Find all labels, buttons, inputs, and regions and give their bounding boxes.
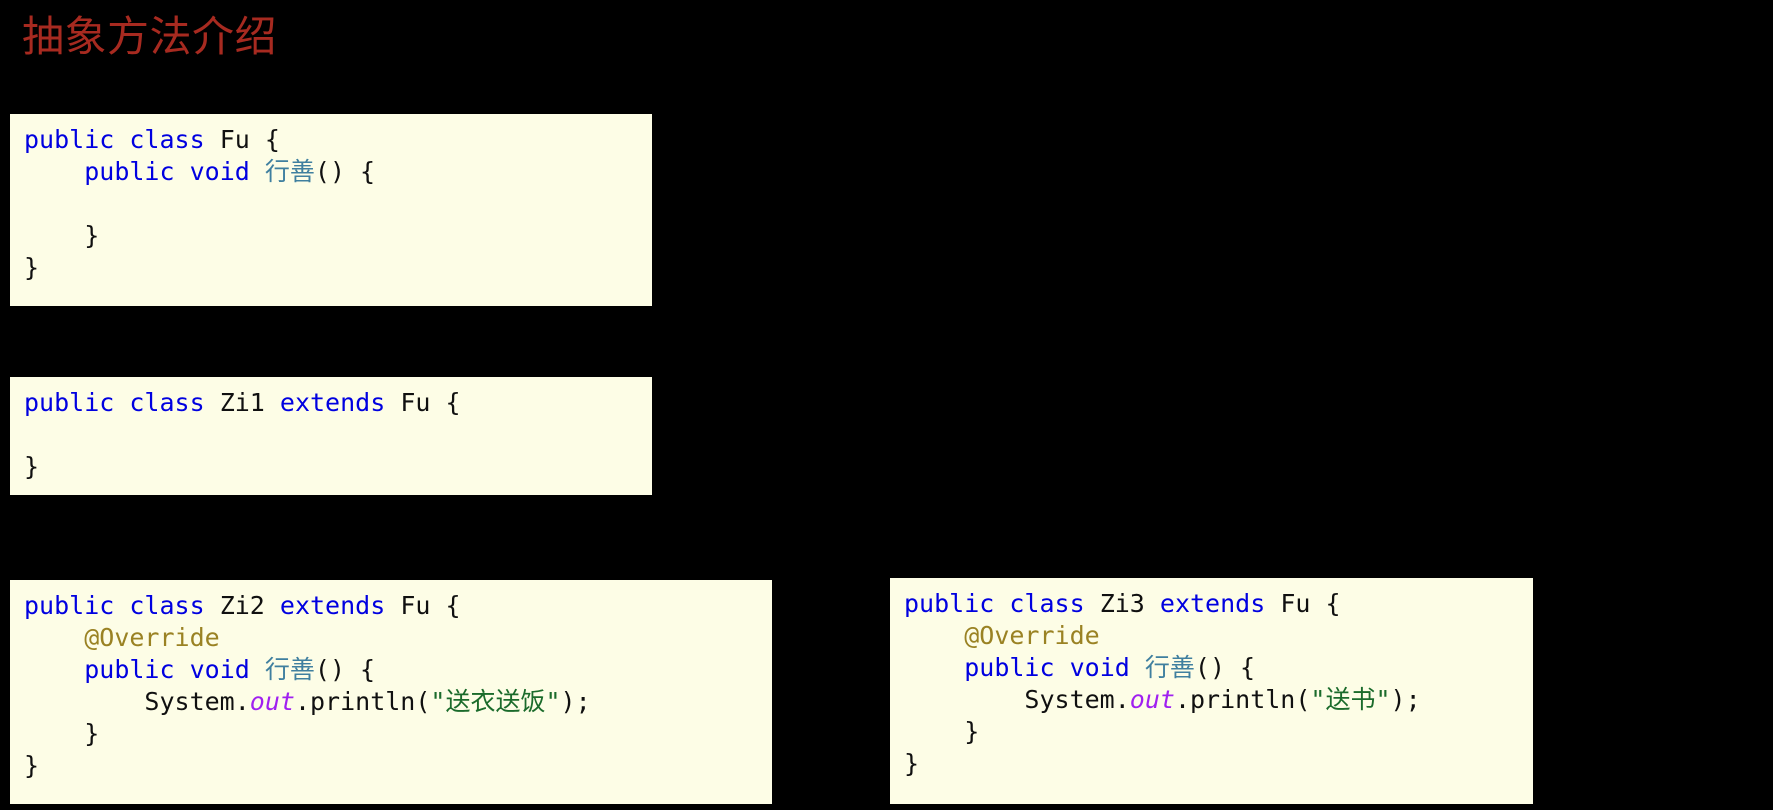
code-token-method: 行善 <box>1144 653 1195 682</box>
code-line: public void 行善() { <box>24 156 652 188</box>
page-title: 抽象方法介绍 <box>22 15 278 61</box>
code-token-kw: public <box>904 589 995 618</box>
code-token-kw: extends <box>1159 589 1266 618</box>
slide-canvas: 抽象方法介绍 public class Fu { public void 行善(… <box>0 0 1773 810</box>
code-token-kw: public <box>24 591 115 620</box>
code-token-field: out <box>1129 685 1175 714</box>
code-line: System.out.println("送衣送饭"); <box>24 686 772 718</box>
code-token-kw: public <box>84 157 175 186</box>
code-line: @Override <box>904 620 1533 652</box>
code-token-plain: () { <box>314 157 376 186</box>
code-line: public class Zi3 extends Fu { <box>904 588 1533 620</box>
code-token-plain: Zi3 <box>1084 589 1160 618</box>
code-token-plain: } <box>24 253 40 282</box>
code-token-plain: Fu { <box>385 388 461 417</box>
code-block-zi3: public class Zi3 extends Fu { @Override … <box>890 578 1533 780</box>
code-token-anno: @Override <box>964 621 1100 650</box>
code-token-plain: .println( <box>1174 685 1311 714</box>
code-line: } <box>24 220 652 252</box>
code-token-kw: class <box>129 125 205 154</box>
code-line: } <box>904 716 1533 748</box>
code-line: public void 行善() { <box>904 652 1533 684</box>
code-token-plain: } <box>904 749 920 778</box>
code-block-zi2: public class Zi2 extends Fu { @Override … <box>10 580 772 782</box>
code-panel-fu: public class Fu { public void 行善() { }} <box>10 114 652 306</box>
code-token-plain: .println( <box>294 687 431 716</box>
code-token-method: 行善 <box>264 157 315 186</box>
code-token-plain: Zi1 <box>204 388 280 417</box>
code-line: public class Fu { <box>24 124 652 156</box>
code-panel-zi2: public class Zi2 extends Fu { @Override … <box>10 580 772 804</box>
code-line: @Override <box>24 622 772 654</box>
code-line: public class Zi1 extends Fu { <box>24 387 652 419</box>
code-token-str: "送书" <box>1310 685 1391 714</box>
code-token-kw: public <box>24 388 115 417</box>
code-token-kw: public <box>24 125 115 154</box>
code-token-kw: class <box>129 388 205 417</box>
code-line: System.out.println("送书"); <box>904 684 1533 716</box>
code-token-plain: } <box>24 751 40 780</box>
code-token-kw: extends <box>279 591 386 620</box>
code-token-kw: class <box>1009 589 1085 618</box>
code-line: } <box>24 252 652 284</box>
code-token-plain: System. <box>904 685 1130 714</box>
code-token-kw: public <box>964 653 1055 682</box>
code-token-plain: Fu { <box>385 591 461 620</box>
code-token-method: 行善 <box>264 655 315 684</box>
code-token-anno: @Override <box>84 623 220 652</box>
code-token-plain: Fu { <box>1265 589 1341 618</box>
code-line: public void 行善() { <box>24 654 772 686</box>
code-line: } <box>904 748 1533 780</box>
code-line: } <box>24 718 772 750</box>
code-line: public class Zi2 extends Fu { <box>24 590 772 622</box>
code-token-plain: () { <box>1194 653 1256 682</box>
code-token-kw: extends <box>279 388 386 417</box>
code-block-zi1: public class Zi1 extends Fu {} <box>10 377 652 483</box>
code-block-fu: public class Fu { public void 行善() { }} <box>10 114 652 284</box>
code-token-plain: } <box>904 717 980 746</box>
code-token-kw: void <box>189 157 250 186</box>
code-token-plain: ); <box>1390 685 1421 714</box>
code-token-str: "送衣送饭" <box>430 687 561 716</box>
code-token-field: out <box>249 687 295 716</box>
code-token-kw: void <box>1069 653 1130 682</box>
code-token-plain: Fu { <box>204 125 280 154</box>
code-token-plain: } <box>24 221 100 250</box>
code-token-plain: ); <box>560 687 591 716</box>
code-token-kw: void <box>189 655 250 684</box>
code-panel-zi3: public class Zi3 extends Fu { @Override … <box>890 578 1533 804</box>
code-token-kw: public <box>84 655 175 684</box>
code-line: } <box>24 750 772 782</box>
code-token-plain: Zi2 <box>204 591 280 620</box>
code-token-plain: () { <box>314 655 376 684</box>
code-token-plain: } <box>24 452 40 481</box>
code-token-kw: class <box>129 591 205 620</box>
code-token-plain: System. <box>24 687 250 716</box>
code-line: } <box>24 451 652 483</box>
code-panel-zi1: public class Zi1 extends Fu {} <box>10 377 652 495</box>
code-token-plain: } <box>24 719 100 748</box>
